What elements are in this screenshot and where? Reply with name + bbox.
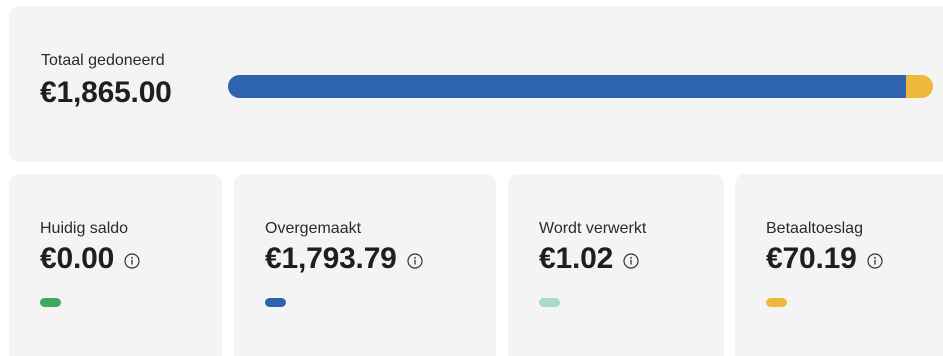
payment-fee-value-row: €70.19 bbox=[766, 242, 883, 276]
processing-card: Wordt verwerkt €1.02 bbox=[508, 174, 724, 356]
processing-legend-pill bbox=[539, 298, 560, 307]
payment-fee-card: Betaaltoeslag €70.19 bbox=[735, 174, 943, 356]
current-balance-amount: €0.00 bbox=[40, 242, 115, 275]
processing-value-row: €1.02 bbox=[539, 242, 639, 276]
transferred-card: Overgemaakt €1,793.79 bbox=[234, 174, 496, 356]
current-balance-value-row: €0.00 bbox=[40, 242, 140, 276]
current-balance-label: Huidig saldo bbox=[40, 220, 129, 237]
info-icon[interactable] bbox=[124, 253, 140, 269]
payment-fee-amount: €70.19 bbox=[766, 242, 857, 275]
info-icon[interactable] bbox=[623, 253, 639, 269]
transferred-label: Overgemaakt bbox=[265, 220, 362, 237]
transferred-value-row: €1,793.79 bbox=[265, 242, 423, 276]
total-donated-label: Totaal gedoneerd bbox=[41, 52, 165, 69]
payment-fee-label: Betaaltoeslag bbox=[766, 220, 863, 237]
total-donated-card: Totaal gedoneerd €1,865.00 bbox=[9, 6, 943, 162]
bar-segment-transferred bbox=[228, 75, 907, 98]
current-balance-card: Huidig saldo €0.00 bbox=[9, 174, 222, 356]
donation-breakdown-bar bbox=[228, 75, 933, 98]
transferred-legend-pill bbox=[265, 298, 286, 307]
donation-summary-page: Totaal gedoneerd €1,865.00 Huidig saldo … bbox=[0, 0, 943, 356]
info-icon[interactable] bbox=[407, 253, 423, 269]
current-balance-legend-pill bbox=[40, 298, 61, 307]
info-icon[interactable] bbox=[866, 253, 883, 269]
processing-label: Wordt verwerkt bbox=[539, 220, 647, 237]
processing-amount: €1.02 bbox=[539, 242, 614, 275]
total-donated-amount: €1,865.00 bbox=[40, 76, 172, 109]
bar-segment-payment-fee bbox=[906, 75, 933, 98]
transferred-amount: €1,793.79 bbox=[265, 242, 397, 275]
payment-fee-legend-pill bbox=[766, 298, 787, 307]
